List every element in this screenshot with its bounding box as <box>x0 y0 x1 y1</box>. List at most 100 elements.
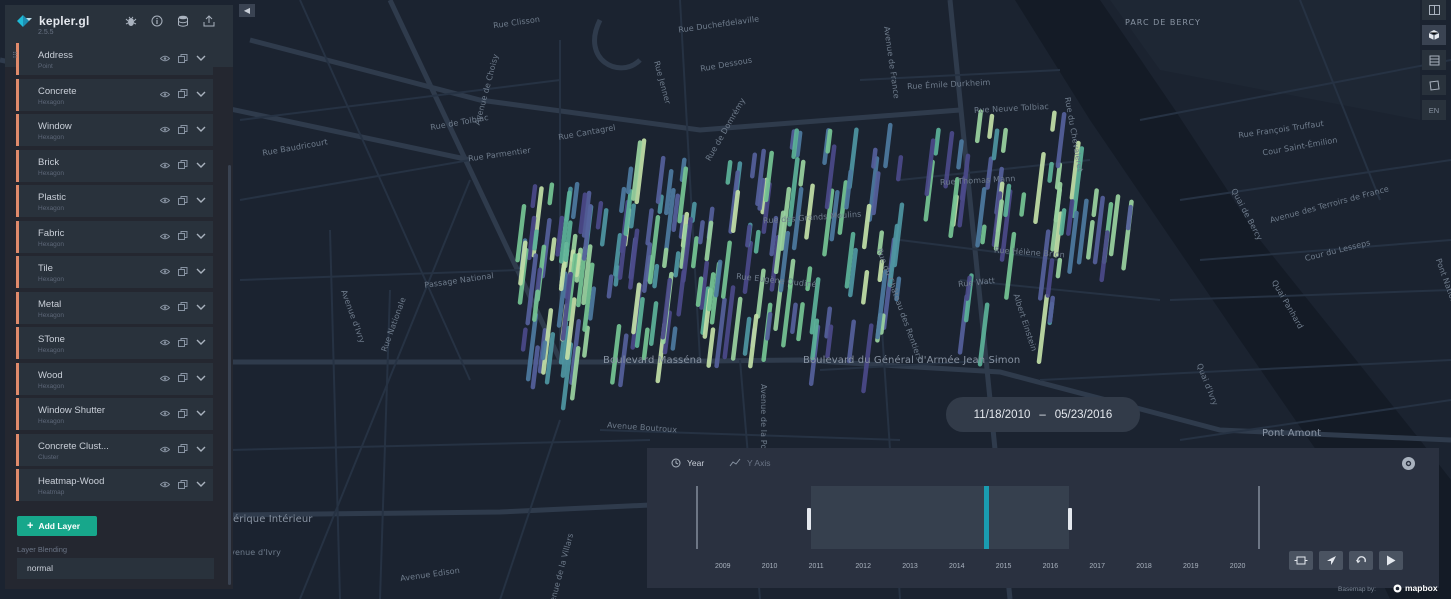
hexagon-column[interactable] <box>1059 208 1067 236</box>
hexagon-column[interactable] <box>1047 161 1054 183</box>
timeline-cursor[interactable] <box>984 486 989 549</box>
hexagon-column[interactable] <box>619 186 627 214</box>
hexagon-column[interactable] <box>764 311 773 341</box>
chevron-down-icon[interactable] <box>195 337 207 348</box>
hexagon-column[interactable] <box>673 251 681 278</box>
hexagon-column[interactable] <box>1047 295 1056 324</box>
layer-panel-brick[interactable]: Brick Hexagon <box>16 149 213 182</box>
hexagon-column[interactable] <box>530 184 538 209</box>
eye-icon[interactable] <box>159 444 171 455</box>
duplicate-icon[interactable] <box>177 160 189 171</box>
hexagon-column[interactable] <box>871 147 878 169</box>
hexagon-column[interactable] <box>549 237 557 262</box>
timeline-settings-button[interactable] <box>1402 457 1415 470</box>
eye-icon[interactable] <box>159 89 171 100</box>
chevron-down-icon[interactable] <box>195 373 207 384</box>
timeline-handle-right[interactable] <box>1068 508 1072 530</box>
chevron-down-icon[interactable] <box>195 302 207 313</box>
chevron-down-icon[interactable] <box>195 89 207 100</box>
chevron-down-icon[interactable] <box>195 53 207 64</box>
language-button[interactable]: EN <box>1422 100 1446 120</box>
duplicate-icon[interactable] <box>177 373 189 384</box>
hexagon-column[interactable] <box>791 128 800 160</box>
hexagon-column[interactable] <box>1050 110 1057 132</box>
hexagon-column[interactable] <box>652 263 660 289</box>
hexagon-column[interactable] <box>547 182 555 206</box>
hexagon-column[interactable] <box>595 200 604 230</box>
duplicate-icon[interactable] <box>177 124 189 135</box>
eye-icon[interactable] <box>159 373 171 384</box>
legend-button[interactable] <box>1422 50 1446 70</box>
layer-panel-plastic[interactable]: Plastic Hexagon <box>16 185 213 217</box>
hexagon-column[interactable] <box>532 229 539 251</box>
hexagon-column[interactable] <box>670 326 678 351</box>
interval-selector[interactable]: Year <box>671 458 704 468</box>
hexagon-column[interactable] <box>980 224 987 245</box>
hexagon-column[interactable] <box>613 265 621 287</box>
hexagon-column[interactable] <box>625 166 634 195</box>
chevron-down-icon[interactable] <box>195 160 207 171</box>
eye-icon[interactable] <box>159 195 171 206</box>
hexagon-column[interactable] <box>1055 257 1063 279</box>
duplicate-icon[interactable] <box>177 53 189 64</box>
hexagon-column[interactable] <box>540 340 548 361</box>
draw-polygon-button[interactable] <box>1422 75 1446 95</box>
layer-panel-fabric[interactable]: Fabric Hexagon <box>16 220 213 253</box>
hexagon-column[interactable] <box>1091 188 1099 218</box>
chevron-down-icon[interactable] <box>195 195 207 206</box>
hexagon-column[interactable] <box>987 113 995 139</box>
chevron-down-icon[interactable] <box>195 124 207 135</box>
layer-panel-tile[interactable]: Tile Hexagon <box>16 256 213 288</box>
hexagon-column[interactable] <box>798 159 806 187</box>
3d-map-button[interactable] <box>1422 25 1446 45</box>
hexagon-column[interactable] <box>753 229 761 254</box>
hexagon-column[interactable] <box>520 327 528 352</box>
hexagon-column[interactable] <box>690 201 697 223</box>
play-button[interactable] <box>1379 551 1403 570</box>
collapse-panel-button[interactable]: ◀ <box>239 4 255 17</box>
eye-icon[interactable] <box>159 124 171 135</box>
timeline-selected-window[interactable] <box>811 486 1069 549</box>
hexagon-column[interactable] <box>895 155 904 182</box>
eye-icon[interactable] <box>159 53 171 64</box>
duplicate-icon[interactable] <box>177 231 189 242</box>
layer-panel-concrete[interactable]: Concrete Hexagon <box>16 78 213 111</box>
layer-panel-metal[interactable]: Metal Hexagon <box>16 291 213 324</box>
hexagon-column[interactable] <box>695 276 704 307</box>
speed-button[interactable] <box>1319 551 1343 570</box>
hexagon-column[interactable] <box>745 224 752 248</box>
hexagon-column[interactable] <box>698 220 705 245</box>
reset-button[interactable] <box>1349 551 1373 570</box>
eye-icon[interactable] <box>159 266 171 277</box>
eye-icon[interactable] <box>159 302 171 313</box>
duplicate-icon[interactable] <box>177 337 189 348</box>
hexagon-column[interactable] <box>825 128 833 154</box>
hexagon-column[interactable] <box>606 274 614 299</box>
layer-panel-wood[interactable]: Wood Hexagon <box>16 362 213 395</box>
eye-icon[interactable] <box>159 231 171 242</box>
hexagon-column[interactable] <box>629 203 636 229</box>
eye-icon[interactable] <box>159 479 171 490</box>
chevron-down-icon[interactable] <box>195 266 207 277</box>
eye-icon[interactable] <box>159 160 171 171</box>
database-icon[interactable] <box>175 13 190 28</box>
y-axis-selector[interactable]: Y Axis <box>729 458 770 468</box>
duplicate-icon[interactable] <box>177 89 189 100</box>
layer-panel-heatmap-wood[interactable]: Heatmap-Wood Heatmap <box>16 469 213 501</box>
upload-icon[interactable] <box>201 13 216 28</box>
duplicate-icon[interactable] <box>177 266 189 277</box>
chevron-down-icon[interactable] <box>195 444 207 455</box>
info-icon[interactable] <box>149 13 164 28</box>
add-layer-button[interactable]: + Add Layer <box>17 516 97 536</box>
hexagon-column[interactable] <box>749 152 758 179</box>
chevron-down-icon[interactable] <box>195 408 207 419</box>
mapbox-attribution[interactable]: mapbox <box>1393 583 1438 593</box>
hexagon-column[interactable] <box>1000 127 1008 153</box>
duplicate-icon[interactable] <box>177 195 189 206</box>
hexagon-column[interactable] <box>725 160 733 185</box>
window-mode-button[interactable] <box>1289 551 1313 570</box>
hexagon-column[interactable] <box>956 139 964 170</box>
hexagon-column[interactable] <box>662 247 669 269</box>
split-map-button[interactable] <box>1422 0 1446 20</box>
layer-list-scrollbar[interactable] <box>228 165 231 585</box>
